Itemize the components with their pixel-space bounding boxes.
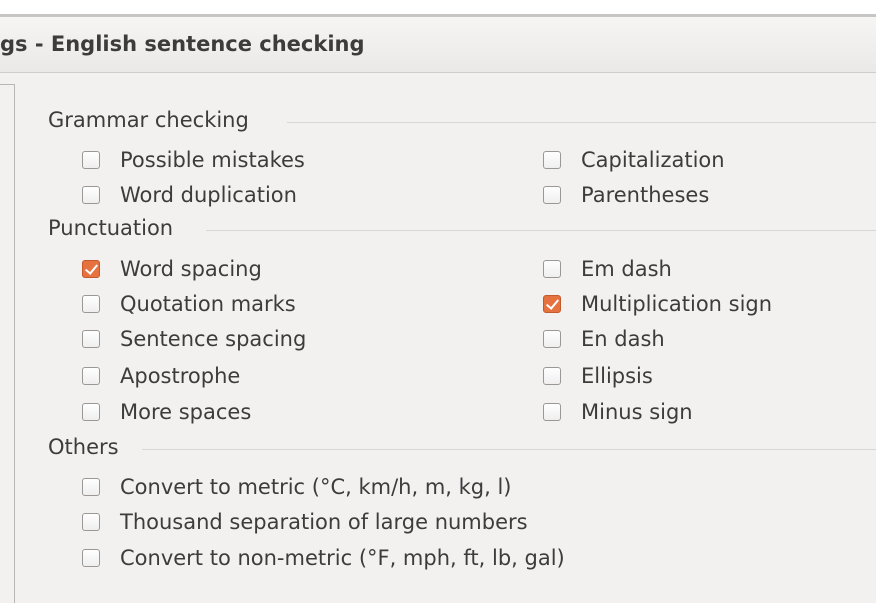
section-others-label: Others	[48, 435, 119, 459]
option-label: Ellipsis	[581, 364, 653, 388]
option-multiplication-sign[interactable]: Multiplication sign	[543, 290, 772, 318]
option-label: Multiplication sign	[581, 292, 773, 316]
checkbox[interactable]	[543, 403, 561, 421]
checkbox[interactable]	[82, 513, 100, 531]
checkbox[interactable]	[82, 260, 100, 278]
option-label: Thousand separation of large numbers	[120, 510, 528, 534]
checkbox[interactable]	[543, 151, 561, 169]
option-label: Sentence spacing	[120, 327, 307, 351]
option-more-spaces[interactable]: More spaces	[82, 398, 251, 426]
section-grammar-label: Grammar checking	[48, 108, 249, 132]
checkbox[interactable]	[82, 186, 100, 204]
option-ellipsis[interactable]: Ellipsis	[543, 362, 653, 390]
checkbox[interactable]	[543, 186, 561, 204]
option-label: Apostrophe	[120, 364, 241, 388]
option-possible-mistakes[interactable]: Possible mistakes	[82, 146, 305, 174]
option-label: Parentheses	[581, 183, 710, 207]
option-thousand-separation[interactable]: Thousand separation of large numbers	[82, 508, 528, 536]
option-apostrophe[interactable]: Apostrophe	[82, 362, 240, 390]
option-convert-to-metric[interactable]: Convert to metric (°C, km/h, m, kg, l)	[82, 473, 512, 501]
option-label: Em dash	[581, 257, 672, 281]
option-label: Quotation marks	[120, 292, 296, 316]
section-punctuation-label: Punctuation	[48, 216, 174, 240]
checkbox[interactable]	[82, 549, 100, 567]
checkbox[interactable]	[82, 151, 100, 169]
checkbox[interactable]	[543, 295, 561, 313]
window-top-strip	[0, 0, 876, 14]
option-word-spacing[interactable]: Word spacing	[82, 255, 262, 283]
option-sentence-spacing[interactable]: Sentence spacing	[82, 325, 306, 353]
checkbox[interactable]	[82, 330, 100, 348]
option-em-dash[interactable]: Em dash	[543, 255, 672, 283]
checkbox[interactable]	[82, 367, 100, 385]
option-label: Possible mistakes	[120, 148, 305, 172]
checkbox[interactable]	[543, 367, 561, 385]
option-label: Word spacing	[120, 257, 262, 281]
option-label: En dash	[581, 327, 665, 351]
option-parentheses[interactable]: Parentheses	[543, 181, 709, 209]
option-minus-sign[interactable]: Minus sign	[543, 398, 693, 426]
option-capitalization[interactable]: Capitalization	[543, 146, 725, 174]
option-word-duplication[interactable]: Word duplication	[82, 181, 297, 209]
frame-corner	[0, 84, 15, 85]
option-convert-to-non-metric[interactable]: Convert to non-metric (°F, mph, ft, lb, …	[82, 544, 565, 572]
checkbox[interactable]	[82, 478, 100, 496]
option-en-dash[interactable]: En dash	[543, 325, 665, 353]
option-label: Convert to non-metric (°F, mph, ft, lb, …	[120, 546, 565, 570]
option-quotation-marks[interactable]: Quotation marks	[82, 290, 296, 318]
checkbox[interactable]	[543, 330, 561, 348]
option-label: Capitalization	[581, 148, 725, 172]
section-punctuation-divider	[206, 230, 876, 231]
frame-left-border	[14, 85, 15, 603]
checkbox[interactable]	[82, 295, 100, 313]
option-label: Word duplication	[120, 183, 297, 207]
option-label: Convert to metric (°C, km/h, m, kg, l)	[120, 475, 512, 499]
option-label: More spaces	[120, 400, 252, 424]
section-others-divider	[142, 449, 876, 450]
dialog-title: gs - English sentence checking	[0, 32, 365, 56]
checkbox[interactable]	[82, 403, 100, 421]
option-label: Minus sign	[581, 400, 693, 424]
checkbox[interactable]	[543, 260, 561, 278]
section-grammar-divider	[287, 122, 876, 123]
